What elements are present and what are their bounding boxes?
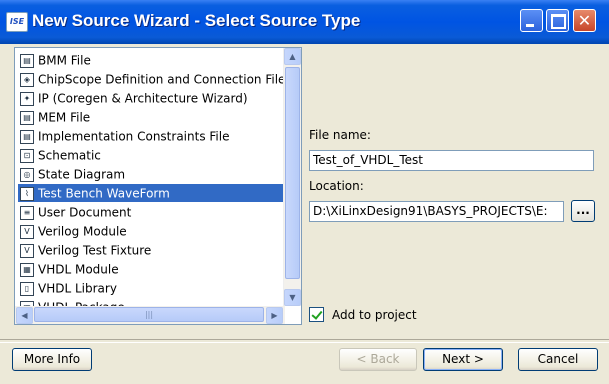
source-type-item[interactable]: ⌇ Test Bench WaveForm xyxy=(18,184,283,202)
source-type-item[interactable]: ▦VHDL Package xyxy=(18,298,283,306)
source-type-item[interactable]: V Verilog Module xyxy=(18,222,283,240)
source-type-label: ChipScope Definition and Connection File xyxy=(38,72,283,87)
file-icon: ▤ xyxy=(20,53,34,68)
source-type-item[interactable]: ▤ BMM File xyxy=(18,51,283,69)
scroll-left-button[interactable]: ◀ xyxy=(16,307,33,324)
minimize-button[interactable] xyxy=(520,9,543,32)
browse-button[interactable]: ... xyxy=(571,200,595,222)
source-type-label: IP (Coregen & Architecture Wizard) xyxy=(38,91,248,106)
source-type-items: ▤ BMM File ◈ ChipScope Definition and Conne… xyxy=(15,48,283,306)
document-icon: ≡ xyxy=(20,205,34,220)
window-title: New Source Wizard - Select Source Type xyxy=(32,11,361,30)
source-type-label: BMM File xyxy=(38,53,91,68)
source-type-item[interactable]: V Verilog Test Fixture xyxy=(18,241,283,259)
source-type-label: VHDL Library xyxy=(38,281,117,296)
source-type-label: Verilog Module xyxy=(38,224,127,239)
source-type-item[interactable]: ▯ VHDL Library xyxy=(18,279,283,297)
back-button[interactable]: < Back xyxy=(339,348,417,371)
location-input[interactable]: D:\XiLinxDesign91\BASYS_PROJECTS\E: xyxy=(309,201,564,222)
state-diagram-icon: ◎ xyxy=(20,167,34,182)
maximize-button[interactable] xyxy=(546,9,569,32)
vertical-scrollbar[interactable]: ▲ ▼ xyxy=(283,48,301,306)
scroll-down-button[interactable]: ▼ xyxy=(284,289,301,306)
ise-app-icon: ISE xyxy=(6,12,28,32)
horizontal-scroll-thumb[interactable]: ||| xyxy=(34,307,264,322)
verilog-icon: V xyxy=(20,243,34,258)
source-type-label: VHDL Module xyxy=(38,262,119,277)
close-button[interactable]: ✕ xyxy=(573,9,596,32)
source-type-item[interactable]: ▤ MEM File xyxy=(18,108,283,126)
source-type-label: Schematic xyxy=(38,148,101,163)
ip-icon: ✦ xyxy=(20,91,34,106)
source-type-label: Implementation Constraints File xyxy=(38,129,230,144)
source-type-item[interactable]: ≡ User Document xyxy=(18,203,283,221)
vertical-scroll-thumb[interactable] xyxy=(285,67,300,279)
footer-divider xyxy=(0,339,609,343)
add-to-project-label: Add to project xyxy=(332,308,417,322)
file-icon: ▤ xyxy=(20,129,34,144)
source-type-label: Verilog Test Fixture xyxy=(38,243,152,258)
source-type-label: State Diagram xyxy=(38,167,126,182)
add-to-project-checkbox[interactable] xyxy=(309,307,324,322)
file-name-input[interactable]: Test_of_VHDL_Test xyxy=(309,150,594,171)
source-type-list[interactable]: ▤ BMM File ◈ ChipScope Definition and Conne… xyxy=(14,47,302,325)
library-icon: ▯ xyxy=(20,281,34,296)
scroll-up-button[interactable]: ▲ xyxy=(284,48,301,65)
source-type-item[interactable]: ◈ ChipScope Definition and Connection Fil… xyxy=(18,70,283,88)
source-type-label: MEM File xyxy=(38,110,91,125)
location-label: Location: xyxy=(309,179,364,193)
horizontal-scrollbar[interactable]: ◀ ||| ▶ xyxy=(15,306,285,324)
verilog-icon: V xyxy=(20,224,34,239)
title-bar[interactable]: ISE New Source Wizard - Select Source Ty… xyxy=(0,0,609,44)
file-name-label: File name: xyxy=(309,128,371,142)
vhdl-icon: ▦ xyxy=(20,262,34,277)
waveform-icon: ⌇ xyxy=(20,186,34,201)
scroll-right-button[interactable]: ▶ xyxy=(266,307,283,324)
close-icon: ✕ xyxy=(577,11,592,30)
next-button[interactable]: Next > xyxy=(423,348,503,371)
file-icon: ▤ xyxy=(20,110,34,125)
source-type-item[interactable]: ✦ IP (Coregen & Architecture Wizard) xyxy=(18,89,283,107)
source-type-item[interactable]: ⊡ Schematic xyxy=(18,146,283,164)
source-type-label: User Document xyxy=(38,205,132,220)
source-type-label: Test Bench WaveForm xyxy=(38,186,170,201)
chipscope-icon: ◈ xyxy=(20,72,34,87)
schematic-icon: ⊡ xyxy=(20,148,34,163)
source-type-item[interactable]: ▦ VHDL Module xyxy=(18,260,283,278)
source-type-item[interactable]: ◎ State Diagram xyxy=(18,165,283,183)
cancel-button[interactable]: Cancel xyxy=(518,348,598,371)
more-info-button[interactable]: More Info xyxy=(12,348,92,371)
source-type-item[interactable]: ▤ Implementation Constraints File xyxy=(18,127,283,145)
